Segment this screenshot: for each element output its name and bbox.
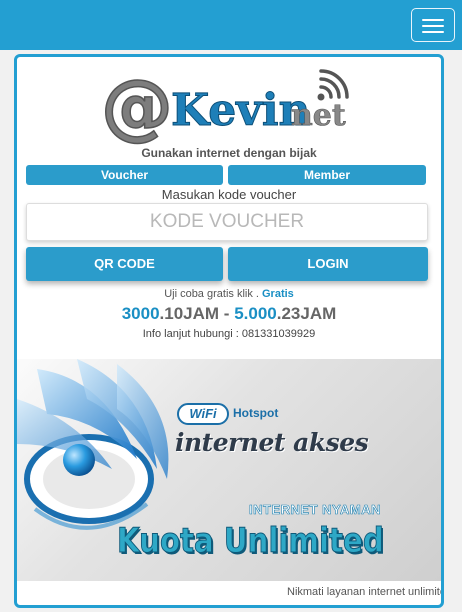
scrolling-announcement: Nikmati layanan internet unlimited xyxy=(17,583,441,603)
banner-title: Kuota Unlimited xyxy=(117,521,385,562)
tab-member[interactable]: Member xyxy=(228,165,426,185)
banner-headline: internet akses xyxy=(175,428,369,457)
logo-net: net xyxy=(291,98,346,133)
contact-info: Info lanjut hubungi : 081331039929 xyxy=(142,328,316,340)
tab-voucher[interactable]: Voucher xyxy=(26,165,223,185)
logo-kevin: Kevin xyxy=(171,85,311,136)
hamburger-icon-bar xyxy=(422,31,444,33)
tagline: Gunakan internet dengan bijak xyxy=(141,146,317,160)
brand-logo: @ Kevin net xyxy=(100,67,349,147)
price-1-amount: 3000 xyxy=(121,304,160,323)
wifi-signal-icon xyxy=(317,69,349,101)
voucher-prompt-label: Masukan kode voucher xyxy=(161,187,297,202)
voucher-code-input[interactable] xyxy=(26,203,428,241)
price-2-duration: .23JAM xyxy=(276,304,337,323)
price-list: 3000.10JAM - 5.000.23JAM xyxy=(17,304,441,324)
price-separator: - xyxy=(219,304,235,323)
logo-at: @ xyxy=(101,67,173,147)
login-card: @ Kevin net Gunakan internet dengan bija… xyxy=(14,54,444,608)
announcement-text: Nikmati layanan internet unlimited xyxy=(287,586,441,598)
hamburger-icon xyxy=(422,19,444,21)
globe-orb-icon xyxy=(63,444,95,476)
free-trial-link[interactable]: Gratis xyxy=(262,288,294,300)
hamburger-icon-bar xyxy=(422,25,444,27)
wifi-badge-icon: WiFi xyxy=(177,403,229,425)
top-navbar xyxy=(0,0,462,50)
menu-toggle-button[interactable] xyxy=(411,8,455,42)
banner-tagline: INTERNET NYAMAN xyxy=(249,502,381,518)
qr-code-button[interactable]: QR CODE xyxy=(26,247,223,281)
price-2-amount: 5.000 xyxy=(234,304,277,323)
login-mode-tabs: Voucher Member xyxy=(26,165,428,185)
hotspot-label: Hotspot xyxy=(233,406,279,420)
price-1-duration: .10JAM xyxy=(159,304,220,323)
free-trial-label: Uji coba gratis klik . xyxy=(164,288,262,300)
free-trial-text: Uji coba gratis klik . Gratis xyxy=(17,288,441,300)
promo-banner: WiFi Hotspot internet akses INTERNET NYA… xyxy=(17,359,441,581)
login-button[interactable]: LOGIN xyxy=(228,247,428,281)
